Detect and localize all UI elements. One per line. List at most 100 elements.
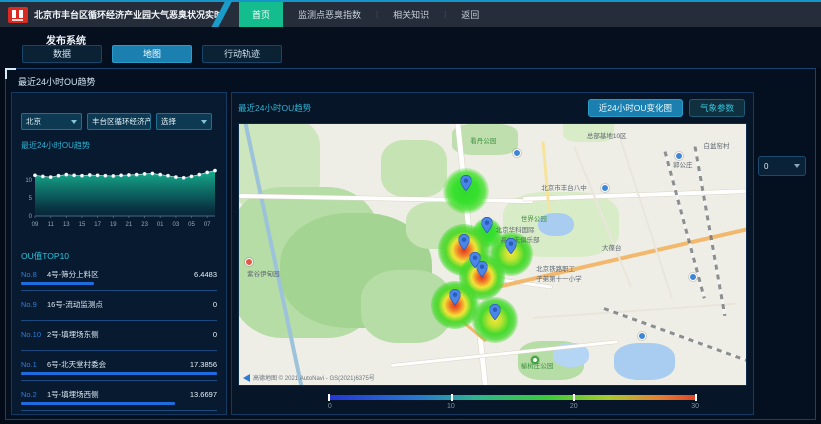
rank-row: No.84号-筛分上料区6.4483: [21, 269, 217, 291]
map-label: 郭公庄: [673, 159, 693, 169]
scale-label-0: 0: [328, 403, 332, 410]
scale-tick: [695, 394, 697, 401]
map-pin-marker[interactable]: [450, 289, 461, 305]
chevron-down-icon: [71, 120, 77, 124]
scale-label-10: 10: [447, 403, 455, 410]
rank-site-name: 6号-北天堂村委会: [47, 359, 106, 370]
ou-change-map-button[interactable]: 近24小时OU变化图: [588, 99, 683, 117]
map-layer-dropdown[interactable]: 0: [758, 156, 806, 176]
tab-data[interactable]: 数据: [22, 45, 102, 63]
svg-text:07: 07: [204, 222, 211, 228]
park-dropdown-value: 丰台区循环经济产: [92, 116, 151, 127]
amap-logo-icon: [243, 374, 250, 382]
rank-separator: [21, 320, 217, 321]
app-title: 北京市丰台区循环经济产业园大气恶臭状况实时: [34, 8, 223, 21]
top-header: 北京市丰台区循环经济产业园大气恶臭状况实时 首页 监测点恶臭指数 | 相关知识 …: [0, 0, 821, 27]
svg-text:0: 0: [29, 214, 33, 220]
map-pin-marker[interactable]: [461, 175, 472, 191]
rank-bar: [21, 402, 175, 405]
svg-text:01: 01: [157, 222, 164, 228]
chevron-down-icon: [794, 164, 800, 168]
svg-text:23: 23: [141, 222, 148, 228]
svg-text:15: 15: [79, 222, 86, 228]
ranking-title: OU值TOP10: [21, 250, 217, 262]
road: [533, 303, 735, 319]
nav-back[interactable]: 返回: [455, 3, 485, 26]
nav-knowledge[interactable]: 相关知识: [387, 3, 435, 26]
view-tabs: 数据 地图 行动轨迹: [22, 45, 282, 63]
main-panel: 最近24小时OU趋势 北京 丰台区循环经济产 选择: [5, 68, 816, 420]
rank-value: 13.6697: [190, 390, 217, 399]
metro-poi-icon: [513, 149, 521, 157]
map-label: 子弟第十一小学: [536, 273, 582, 283]
rank-number: No.1: [21, 360, 47, 369]
map-section: 最近24小时OU趋势 近24小时OU变化图 气象参数 看丹公园 总部基地10区北京…: [231, 92, 754, 415]
map-pin-marker[interactable]: [506, 238, 517, 254]
svg-text:21: 21: [126, 222, 133, 228]
scale-tick: [451, 394, 453, 401]
scenic-poi-icon: [245, 258, 253, 266]
map-header: 最近24小时OU趋势 近24小时OU变化图 气象参数: [232, 93, 753, 119]
map-pin-marker[interactable]: [482, 217, 493, 233]
rank-site-name: 4号-筛分上料区: [47, 269, 99, 280]
rank-number: No.2: [21, 390, 47, 399]
svg-text:11: 11: [48, 222, 55, 228]
svg-text:19: 19: [110, 222, 117, 228]
map-label: 北京华科国际: [496, 224, 535, 234]
rank-value: 17.3856: [190, 360, 217, 369]
nav-home[interactable]: 首页: [239, 2, 283, 27]
rank-separator: [21, 290, 217, 291]
svg-text:13: 13: [63, 222, 70, 228]
map-buttons: 近24小时OU变化图 气象参数: [588, 99, 745, 117]
map-label: 世界公园: [521, 213, 547, 223]
map-pin-marker[interactable]: [459, 234, 470, 250]
scale-label-30: 30: [691, 403, 699, 410]
svg-text:10: 10: [25, 178, 32, 184]
svg-text:05: 05: [188, 222, 195, 228]
map-attribution: 高德地图 © 2021 AutoNavi - GS(2021)6375号: [243, 373, 375, 382]
brand: 北京市丰台区循环经济产业园大气恶臭状况实时: [0, 7, 216, 23]
tab-trajectory[interactable]: 行动轨迹: [202, 45, 282, 63]
rank-value: 6.4483: [194, 270, 217, 279]
map-label: 白盆窑村: [703, 140, 729, 150]
right-controls: 0: [758, 92, 810, 415]
map-canvas[interactable]: 看丹公园总部基地10区北京市丰台八中世界公园大葆台紫谷伊甸园北京华科国际高尔夫俱…: [238, 123, 747, 386]
rank-separator: [21, 350, 217, 351]
rank-site-name: 16号-流动监测点: [47, 299, 103, 310]
map-label: 总部基地10区: [587, 130, 627, 140]
park-area: [381, 140, 447, 197]
rank-row: No.16号-北天堂村委会 17.3856: [21, 359, 217, 381]
rank-bar: [21, 372, 217, 375]
nav-odor-index[interactable]: 监测点恶臭指数: [292, 3, 367, 26]
rank-value: 0: [213, 330, 217, 339]
city-dropdown-value: 北京: [26, 116, 41, 127]
map-pin-marker[interactable]: [469, 252, 480, 268]
scale-tick: [573, 394, 575, 401]
water-area: [614, 343, 675, 380]
rank-site-name: 1号-填埋场西侧: [47, 389, 99, 400]
rank-separator: [21, 410, 217, 411]
weather-params-button[interactable]: 气象参数: [689, 99, 745, 117]
map-layer-dropdown-value: 0: [764, 162, 768, 171]
map-label: 紫谷伊甸园: [247, 268, 280, 278]
tab-map[interactable]: 地图: [112, 45, 192, 63]
chart-title: 最近24小时OU趋势: [21, 140, 217, 151]
left-sidebar: 北京 丰台区循环经济产 选择 最近24小时OU趋势 05100911131517…: [11, 92, 227, 415]
park-dropdown[interactable]: 丰台区循环经济产: [87, 113, 151, 130]
map-label: 看丹公园: [470, 135, 496, 145]
panel-title: 最近24小时OU趋势: [18, 75, 96, 88]
map-label: 大葆台: [602, 242, 622, 252]
filter-row: 北京 丰台区循环经济产 选择: [21, 113, 217, 130]
map-label: 北京市丰台八中: [541, 182, 587, 192]
map-attribution-text: 高德地图 © 2021 AutoNavi - GS(2021)6375号: [253, 373, 375, 382]
app-logo-icon: [8, 7, 28, 23]
site-dropdown[interactable]: 选择: [156, 113, 212, 130]
rank-site-name: 2号-填埋场东侧: [47, 329, 99, 340]
rank-row: No.21号-填埋场西侧 13.6697: [21, 389, 217, 411]
city-dropdown[interactable]: 北京: [21, 113, 82, 130]
rank-bar: [21, 282, 94, 285]
map-label: 榆树庄公园: [521, 360, 554, 370]
rank-separator: [21, 380, 217, 381]
map-pin-marker[interactable]: [489, 304, 500, 320]
ou-trend-chart: 0510091113151719212301030507: [21, 154, 221, 230]
